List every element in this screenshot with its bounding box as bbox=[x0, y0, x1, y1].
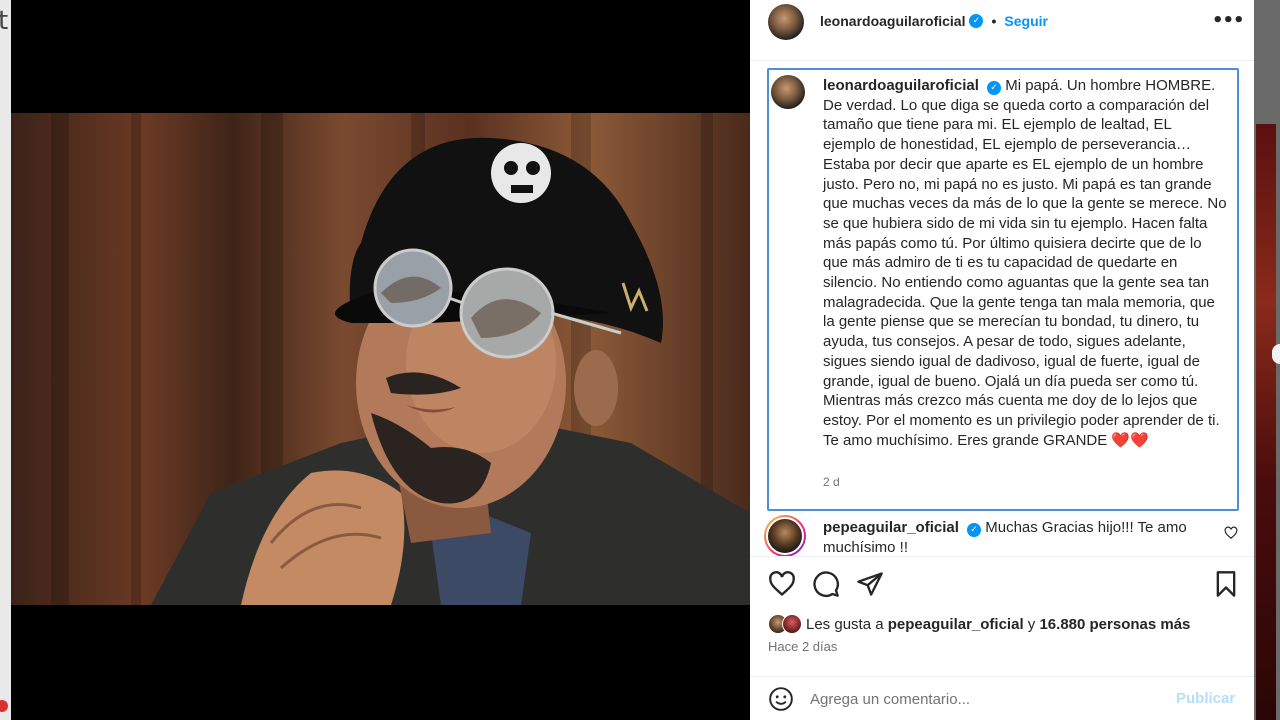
comment-input[interactable] bbox=[810, 687, 1170, 711]
follow-button[interactable]: Seguir bbox=[1004, 13, 1048, 29]
actions-divider bbox=[750, 556, 1254, 557]
verified-badge-icon: ✓ bbox=[987, 81, 1002, 95]
background-thumbnail bbox=[1256, 124, 1276, 720]
next-arrow-button[interactable] bbox=[1272, 344, 1280, 364]
liker-avatar[interactable] bbox=[782, 614, 802, 634]
caption-timestamp[interactable]: 2 d bbox=[823, 475, 840, 489]
caption-username[interactable]: leonardoaguilaroficial bbox=[823, 77, 979, 94]
portrait-illustration bbox=[151, 137, 750, 605]
post-caption: leonardoaguilaroficial ✓ Mi papá. Un hom… bbox=[767, 68, 1239, 511]
likes-text: Les gusta a pepeaguilar_oficial y 16.880… bbox=[806, 616, 1190, 633]
liker-username[interactable]: pepeaguilar_oficial bbox=[888, 616, 1024, 633]
commenter-avatar[interactable] bbox=[766, 517, 804, 555]
header-user-block: leonardoaguilaroficial ✓ • Seguir bbox=[820, 13, 1048, 29]
emoji-icon[interactable] bbox=[768, 686, 794, 712]
share-paper-plane-icon[interactable] bbox=[856, 570, 884, 598]
publish-button[interactable]: Publicar bbox=[1176, 690, 1235, 707]
author-avatar[interactable] bbox=[768, 4, 804, 40]
likes-prefix: Les gusta a bbox=[806, 615, 884, 633]
post-media bbox=[11, 0, 750, 720]
post-header: leonardoaguilaroficial ✓ • Seguir ••• bbox=[750, 0, 1254, 44]
more-options-icon[interactable]: ••• bbox=[1212, 10, 1245, 31]
verified-badge-icon: ✓ bbox=[967, 523, 982, 537]
post-photo[interactable] bbox=[11, 113, 750, 605]
background-letter: t bbox=[0, 6, 9, 36]
comment-item: pepeaguilar_oficial ✓ Muchas Gracias hij… bbox=[750, 512, 1254, 557]
likes-summary: Les gusta a pepeaguilar_oficial y 16.880… bbox=[768, 614, 1190, 634]
story-ring[interactable] bbox=[764, 515, 806, 557]
commenter-username[interactable]: pepeaguilar_oficial bbox=[823, 519, 959, 536]
post-time-ago[interactable]: Hace 2 días bbox=[768, 639, 837, 654]
save-bookmark-icon[interactable] bbox=[1212, 570, 1240, 598]
caption-text: Mi papá. Un hombre HOMBRE. De verdad. Lo… bbox=[823, 77, 1227, 449]
verified-badge-icon: ✓ bbox=[969, 14, 984, 28]
comment-body: pepeaguilar_oficial ✓ Muchas Gracias hij… bbox=[823, 518, 1203, 557]
author-username[interactable]: leonardoaguilaroficial bbox=[820, 13, 965, 29]
likes-connector: y bbox=[1027, 615, 1036, 633]
separator-dot: • bbox=[991, 13, 997, 29]
comment-bubble-icon[interactable] bbox=[812, 570, 840, 598]
caption-avatar[interactable] bbox=[771, 75, 805, 109]
post-actions bbox=[750, 566, 1254, 606]
likes-others-link[interactable]: 16.880 personas más bbox=[1039, 616, 1190, 633]
post-details-panel: leonardoaguilaroficial ✓ • Seguir ••• le… bbox=[750, 0, 1254, 720]
like-heart-icon[interactable] bbox=[768, 570, 796, 598]
add-comment-bar: Publicar bbox=[750, 677, 1254, 720]
comment-like-icon[interactable] bbox=[1224, 526, 1238, 540]
header-divider bbox=[750, 60, 1254, 61]
caption-body: leonardoaguilaroficial ✓ Mi papá. Un hom… bbox=[823, 76, 1227, 450]
